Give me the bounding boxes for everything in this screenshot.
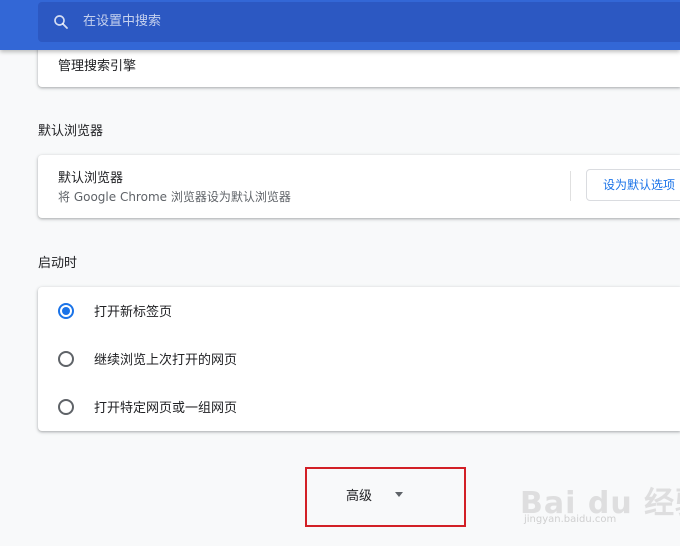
radio-label: 继续浏览上次打开的网页 [94,353,238,368]
watermark: Bai du 经验 jingyan.baidu.com [520,478,680,530]
radio-button-checked[interactable] [58,303,74,319]
highlight-box [305,467,466,527]
divider [570,171,571,201]
startup-option-continue[interactable]: 继续浏览上次打开的网页 [38,335,680,383]
startup-option-specific-pages[interactable]: 打开特定网页或一组网页 [38,383,680,431]
radio-label: 打开特定网页或一组网页 [94,401,238,416]
radio-button[interactable] [58,399,74,415]
startup-card: 打开新标签页 继续浏览上次打开的网页 打开特定网页或一组网页 [38,287,680,431]
radio-label: 打开新标签页 [94,305,173,320]
search-input[interactable]: 在设置中搜索 [83,13,161,31]
make-default-button[interactable]: 设为默认选项 [586,169,680,201]
manage-search-engines-link[interactable]: 管理搜索引擎 [58,55,136,74]
default-browser-row-title: 默认浏览器 [58,171,124,186]
watermark-url: jingyan.baidu.com [524,514,617,525]
startup-option-new-tab[interactable]: 打开新标签页 [38,287,680,335]
search-bar[interactable]: 在设置中搜索 [38,2,680,42]
default-browser-section-title: 默认浏览器 [38,124,104,139]
default-browser-card: 默认浏览器 将 Google Chrome 浏览器设为默认浏览器 设为默认选项 [38,155,680,218]
default-browser-row-subtitle: 将 Google Chrome 浏览器设为默认浏览器 [58,190,291,204]
radio-button[interactable] [58,351,74,367]
startup-section-title: 启动时 [38,256,78,271]
settings-header: 在设置中搜索 [0,0,680,50]
search-icon [54,15,68,29]
